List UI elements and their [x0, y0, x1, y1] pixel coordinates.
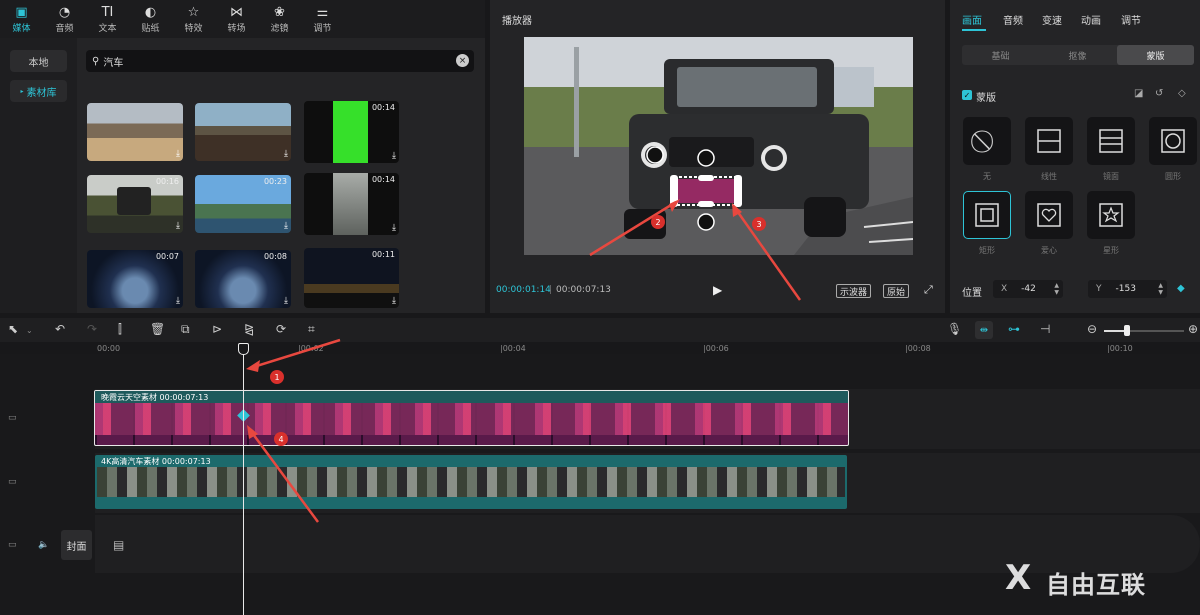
arrow-3	[733, 207, 802, 301]
callout-3: 3	[752, 217, 766, 231]
arrow-1	[249, 338, 341, 370]
annotation-arrows	[246, 199, 802, 523]
watermark-text: 自由互联	[1046, 571, 1146, 599]
callout-4: 4	[274, 432, 288, 446]
callout-1: 1	[270, 370, 284, 384]
arrow-2	[589, 200, 677, 257]
callout-2: 2	[651, 215, 665, 229]
watermark-logo-icon: X	[1005, 558, 1032, 598]
